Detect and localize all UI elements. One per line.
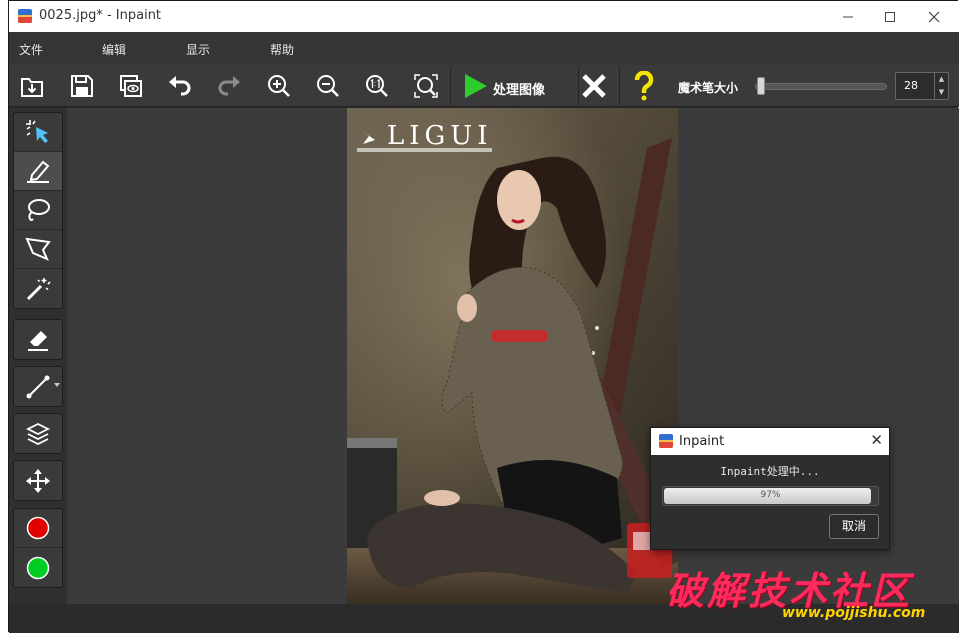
redo-button[interactable] (211, 69, 247, 103)
dialog-message: Inpaint处理中... (720, 465, 820, 478)
zoom-in-button[interactable] (261, 69, 297, 103)
preview-icon (120, 75, 142, 97)
zoom-out-button[interactable] (310, 69, 346, 103)
move-arrows-icon (26, 468, 50, 493)
actual-size-button[interactable] (359, 69, 395, 103)
undo-button[interactable] (162, 69, 198, 103)
selection-tools-group (13, 112, 63, 309)
move-tool[interactable] (14, 461, 62, 500)
brush-size-label: 魔术笔大小 (678, 81, 739, 95)
photo[interactable]: LIGUI (347, 108, 678, 604)
progress-bar: 97% (662, 486, 879, 506)
marker-icon (27, 160, 50, 183)
maximize-button[interactable] (867, 1, 913, 32)
left-toolbar (9, 108, 67, 618)
lasso-icon (28, 199, 50, 221)
magic-wand-tool[interactable] (14, 269, 62, 308)
process-image-label: 处理图像 (493, 83, 546, 98)
line-tool[interactable] (14, 367, 62, 406)
open-folder-icon (21, 78, 43, 97)
brush-size-value[interactable]: 28 (904, 79, 918, 92)
layers-group (13, 413, 63, 454)
toolbar-separator (619, 67, 620, 105)
cancel-button[interactable]: 取消 (829, 514, 879, 539)
menu-bar: 文件 编辑 显示 帮助 (9, 32, 959, 65)
eraser-group (13, 319, 63, 360)
save-icon (71, 75, 93, 97)
move-group (13, 460, 63, 501)
eraser-icon (28, 330, 48, 351)
app-root: 0025.jpg* - Inpaint 文件 编辑 显示 帮助 处理图像 魔术笔… (0, 0, 966, 639)
line-icon (26, 375, 50, 398)
spin-arrows[interactable]: ▲ ▼ (934, 73, 948, 99)
layers-icon (25, 422, 51, 445)
title-bar: 0025.jpg* - Inpaint (9, 1, 959, 32)
minimize-button[interactable] (825, 1, 871, 32)
menu-help[interactable]: 帮助 (270, 41, 294, 58)
menu-view[interactable]: 显示 (186, 41, 210, 58)
green-marker-color[interactable] (14, 548, 62, 587)
pointer-tool[interactable] (14, 113, 62, 152)
dialog-title: Inpaint (679, 434, 725, 449)
lasso-tool[interactable] (14, 191, 62, 230)
photo-image: LIGUI (347, 108, 678, 604)
magic-wand-icon (26, 277, 51, 300)
save-button[interactable] (64, 69, 100, 103)
line-tool-group (13, 366, 63, 407)
dropdown-arrow-icon[interactable] (54, 383, 60, 387)
cross-icon (582, 74, 606, 98)
image-brand-text: LIGUI (387, 121, 493, 151)
close-button[interactable] (911, 1, 957, 32)
zoom-out-icon (317, 75, 339, 97)
dialog-app-icon (659, 434, 673, 448)
help-icon (634, 71, 654, 101)
dialog-title-bar: Inpaint ✕ (651, 428, 889, 455)
fit-window-button[interactable] (408, 69, 444, 103)
progress-text: 97% (760, 490, 781, 500)
spin-up-icon[interactable]: ▲ (935, 73, 948, 86)
window-title: 0025.jpg* - Inpaint (39, 8, 162, 23)
progress-dialog: Inpaint ✕ Inpaint处理中... 97% 取消 (650, 427, 890, 550)
help-button[interactable] (626, 69, 662, 103)
menu-file[interactable]: 文件 (19, 41, 43, 58)
color-group (13, 508, 63, 588)
zoom-in-icon (268, 75, 290, 97)
magic-pointer-icon (26, 120, 48, 143)
close-icon (928, 11, 940, 22)
toolbar-separator (450, 67, 451, 105)
polygon-lasso-tool[interactable] (14, 230, 62, 269)
green-color-swatch-icon (26, 556, 50, 579)
brush-size-slider[interactable] (755, 83, 887, 90)
open-button[interactable] (14, 69, 50, 103)
redo-icon (218, 76, 240, 96)
marker-tool[interactable] (14, 152, 62, 191)
brush-size-slider-handle[interactable] (757, 77, 765, 95)
minimize-icon (843, 16, 853, 17)
eraser-tool[interactable] (14, 320, 62, 359)
app-icon (18, 9, 32, 23)
layers-tool[interactable] (14, 414, 62, 453)
toolbar: 处理图像 魔术笔大小 28 ▲ ▼ (9, 65, 959, 107)
play-icon (465, 74, 487, 98)
preview-button[interactable] (113, 69, 149, 103)
red-color-swatch-icon (26, 516, 50, 540)
menu-edit[interactable]: 编辑 (102, 41, 126, 58)
brush-size-spinbox[interactable]: 28 ▲ ▼ (895, 72, 949, 100)
maximize-icon (885, 11, 895, 22)
site-watermark: 破解技术社区 www.pojjishu.com (664, 560, 966, 639)
red-marker-color[interactable] (14, 509, 62, 548)
watermark-url: www.pojjishu.com (782, 605, 926, 621)
zoom-actual-size-icon (366, 75, 388, 97)
zoom-fit-icon (414, 74, 438, 98)
spin-down-icon[interactable]: ▼ (935, 86, 948, 99)
polygon-lasso-icon (25, 237, 51, 261)
remove-selection-button[interactable] (576, 69, 612, 103)
undo-icon (169, 76, 191, 96)
dialog-close-icon[interactable]: ✕ (870, 431, 883, 449)
